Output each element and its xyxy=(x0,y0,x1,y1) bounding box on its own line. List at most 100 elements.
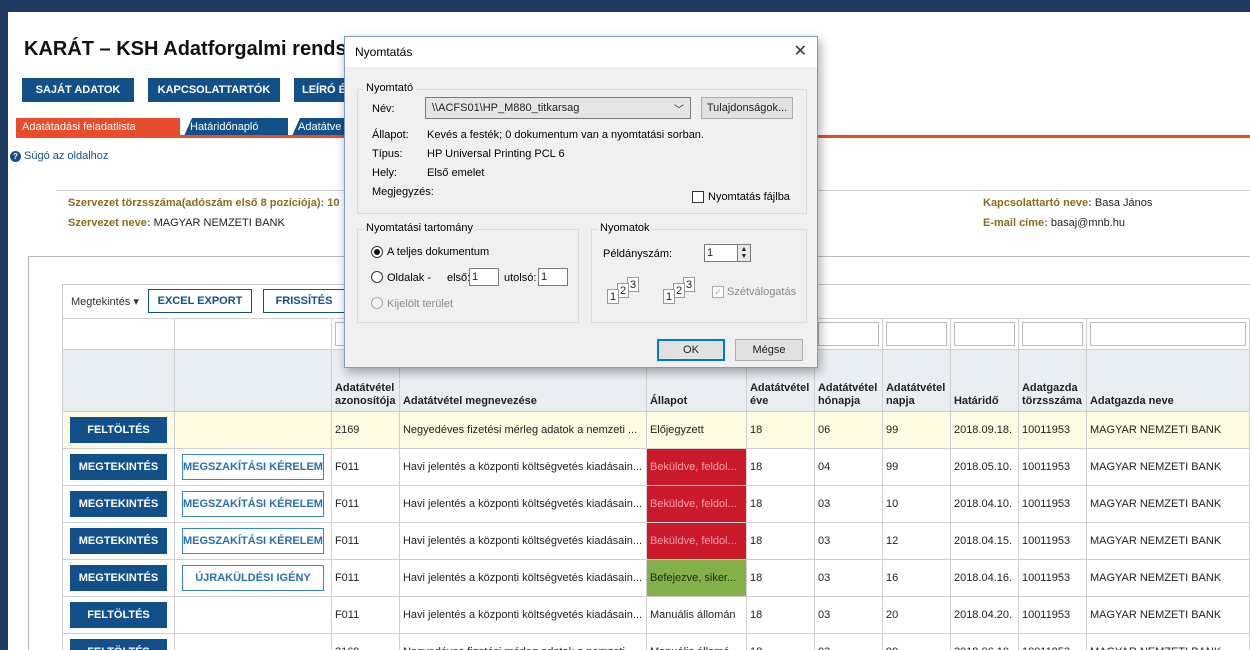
column-header[interactable]: Adatátvétel hónapja xyxy=(813,349,883,412)
view-button[interactable]: MEGTEKINTÉS xyxy=(70,528,167,554)
owner-name-cell: MAGYAR NEMZETI BANK xyxy=(1085,485,1250,523)
app-window: KARÁT – KSH Adatforgalmi rendsz SAJÁT AD… xyxy=(0,0,1250,650)
column-header[interactable]: Határidő xyxy=(949,349,1019,412)
spin-up-icon: ▲ xyxy=(740,246,748,253)
owner-id-cell: 10011953 xyxy=(1017,485,1087,523)
upload-button[interactable]: FELTÖLTÉS xyxy=(70,602,167,628)
resend-request-button[interactable]: ÚJRAKÜLDÉSI IGÉNY xyxy=(182,565,324,591)
copies-input[interactable]: 1 xyxy=(704,244,738,262)
cancel-request-button[interactable]: MEGSZAKÍTÁSI KÉRELEM xyxy=(182,528,324,554)
action-cell: FELTÖLTÉS xyxy=(62,596,175,634)
id-cell: 2169 xyxy=(330,411,400,449)
help-icon: ? xyxy=(10,150,21,162)
cancel-request-button[interactable]: MEGSZAKÍTÁSI KÉRELEM xyxy=(182,491,324,517)
column-filter-input[interactable] xyxy=(1089,322,1246,346)
last-page-label: utolsó: xyxy=(504,272,537,284)
deadline-cell: 2018.04.20. xyxy=(949,596,1019,634)
owner-name-cell: MAGYAR NEMZETI BANK xyxy=(1085,522,1250,560)
help-link[interactable]: ? Súgó az oldalhoz xyxy=(10,150,108,162)
column-filter-input[interactable] xyxy=(817,322,879,346)
close-icon[interactable]: ✕ xyxy=(794,44,807,60)
column-header[interactable]: Adatgazda neve xyxy=(1085,349,1250,412)
column-header[interactable]: Adatátvétel napja xyxy=(881,349,951,412)
id-cell: F011 xyxy=(330,485,400,523)
view-button[interactable]: MEGTEKINTÉS xyxy=(70,454,167,480)
status-cell: Előjegyzett xyxy=(645,411,747,449)
page-1-icon: 1 xyxy=(663,289,675,304)
location-label: Hely: xyxy=(372,167,398,179)
month-cell: 03 xyxy=(813,596,883,634)
cancel-request-button[interactable]: MEGSZAKÍTÁSI KÉRELEM xyxy=(182,454,324,480)
status-cell: Beküldve, feldol... xyxy=(645,448,747,486)
printer-name-label: Név: xyxy=(372,103,395,115)
nav-description-button[interactable]: LEÍRÓ É xyxy=(294,78,350,102)
collate-checkbox[interactable]: ✓ xyxy=(712,286,724,298)
action-cell: MEGTEKINTÉS xyxy=(62,485,175,523)
name-cell: Havi jelentés a központi költségvetés ki… xyxy=(398,448,647,486)
month-cell: 04 xyxy=(813,448,883,486)
email-label: E-mail címe: xyxy=(983,217,1048,229)
column-header[interactable]: Adatgazda törzsszáma xyxy=(1017,349,1087,412)
print-to-file-checkbox[interactable] xyxy=(692,191,704,203)
org-name-row: Szervezet neve: MAGYAR NEMZETI BANK xyxy=(68,217,285,229)
owner-id-cell: 10011953 xyxy=(1017,559,1087,597)
id-cell: F011 xyxy=(330,522,400,560)
print-to-file-label: Nyomtatás fájlba xyxy=(708,191,790,203)
properties-button[interactable]: Tulajdonságok... xyxy=(701,97,793,119)
range-pages-label: Oldalak - xyxy=(387,272,432,284)
refresh-button[interactable]: FRISSÍTÉS xyxy=(263,289,345,313)
column-filter-input[interactable] xyxy=(1021,322,1083,346)
chevron-down-icon: ﹀ xyxy=(674,105,684,116)
printer-select[interactable]: \\ACFS01\HP_M880_titkarsag ﹀ xyxy=(425,97,691,119)
deadline-cell: 2018.04.10. xyxy=(949,485,1019,523)
name-cell: Negyedéves fizetési mérleg adatok a nemz… xyxy=(398,411,647,449)
day-cell: 99 xyxy=(881,448,951,486)
range-all-radio[interactable] xyxy=(371,246,383,258)
nav-contacts-button[interactable]: KAPCSOLATTARTÓK xyxy=(148,78,280,102)
page-1-icon: 1 xyxy=(607,289,619,304)
contact-value: Basa János xyxy=(1094,197,1153,209)
first-page-input[interactable]: 1 xyxy=(469,268,499,286)
status-value: Kevés a festék; 0 dokumentum van a nyomt… xyxy=(427,129,704,141)
range-selection-label: Kijelölt terület xyxy=(387,298,454,310)
upload-button[interactable]: FELTÖLTÉS xyxy=(70,639,167,650)
tab-data-transfer[interactable]: Adatátve xyxy=(292,118,348,136)
ok-button[interactable]: OK xyxy=(657,339,725,361)
action-cell: ÚJRAKÜLDÉSI IGÉNY xyxy=(174,559,332,597)
view-button[interactable]: MEGTEKINTÉS xyxy=(70,491,167,517)
range-selection-radio[interactable] xyxy=(371,297,383,309)
status-cell: Manuális állomán xyxy=(645,596,747,634)
org-name-value: MAGYAR NEMZETI BANK xyxy=(153,217,285,229)
upload-button[interactable]: FELTÖLTÉS xyxy=(70,417,167,443)
tab-task-list[interactable]: Adatátadási feladatlista xyxy=(16,118,180,136)
header-cell xyxy=(62,349,175,412)
nav-own-data-button[interactable]: SAJÁT ADATOK xyxy=(22,78,134,102)
contact-row: Kapcsolattartó neve: Basa János xyxy=(983,197,1152,209)
view-button[interactable]: MEGTEKINTÉS xyxy=(70,565,167,591)
type-value: HP Universal Printing PCL 6 xyxy=(427,148,565,160)
dialog-title: Nyomtatás xyxy=(355,45,413,59)
day-cell: 12 xyxy=(881,522,951,560)
owner-id-cell: 10011953 xyxy=(1017,596,1087,634)
last-page-input[interactable]: 1 xyxy=(538,268,568,286)
filter-cell xyxy=(881,318,951,350)
location-value: Első emelet xyxy=(427,167,485,179)
range-pages-radio[interactable] xyxy=(371,271,383,283)
excel-export-button[interactable]: EXCEL EXPORT xyxy=(148,289,252,313)
column-filter-input[interactable] xyxy=(953,322,1015,346)
month-cell: 03 xyxy=(813,485,883,523)
cancel-button[interactable]: Mégse xyxy=(735,339,803,361)
page-title: KARÁT – KSH Adatforgalmi rendsz xyxy=(24,38,357,60)
table-row: MEGTEKINTÉS MEGSZAKÍTÁSI KÉRELEM F011 Havi … xyxy=(62,448,1250,486)
tab-deadline-log[interactable]: Határidőnapló xyxy=(184,118,288,136)
org-id-label: Szervezet törzsszáma(adószám első 8 pozí… xyxy=(68,197,325,209)
action-cell: FELTÖLTÉS xyxy=(62,411,175,449)
owner-name-cell: MAGYAR NEMZETI BANK xyxy=(1085,448,1250,486)
filter-cell xyxy=(1085,318,1250,350)
view-menu[interactable]: Megtekintés ▾ xyxy=(71,295,139,308)
copies-spinner[interactable]: ▲ ▼ xyxy=(737,244,751,262)
column-filter-input[interactable] xyxy=(885,322,947,346)
copies-group: Nyomatok xyxy=(591,222,807,323)
name-cell: Havi jelentés a központi költségvetés ki… xyxy=(398,522,647,560)
spin-down-icon: ▼ xyxy=(740,253,748,260)
